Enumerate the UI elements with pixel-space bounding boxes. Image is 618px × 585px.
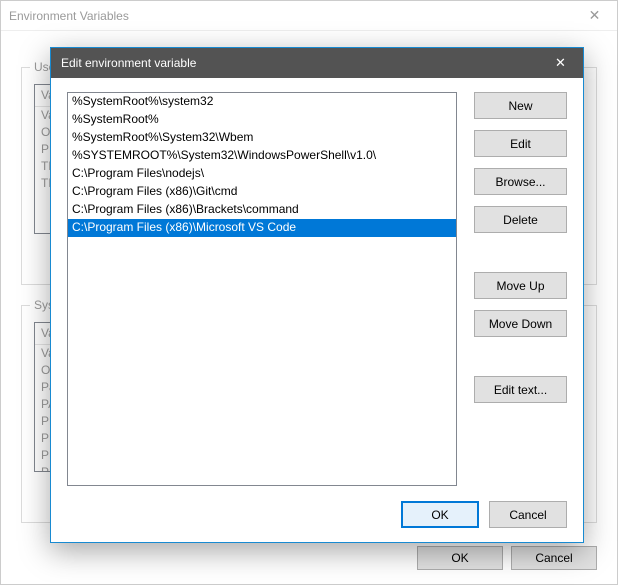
path-item[interactable]: %SystemRoot% xyxy=(68,111,456,129)
new-button[interactable]: New xyxy=(474,92,567,119)
ok-button[interactable]: OK xyxy=(401,501,479,528)
spacer xyxy=(474,348,567,376)
move-down-button[interactable]: Move Down xyxy=(474,310,567,337)
env-vars-dialog-buttons: OK Cancel xyxy=(417,546,597,570)
edit-env-var-actions: OK Cancel xyxy=(401,501,567,528)
edit-env-var-body: %SystemRoot%\system32%SystemRoot%%System… xyxy=(51,78,583,542)
close-icon[interactable]: ✕ xyxy=(538,48,583,78)
edit-text-button[interactable]: Edit text... xyxy=(474,376,567,403)
path-listbox[interactable]: %SystemRoot%\system32%SystemRoot%%System… xyxy=(67,92,457,486)
path-item[interactable]: C:\Program Files (x86)\Brackets\command xyxy=(68,201,456,219)
delete-button[interactable]: Delete xyxy=(474,206,567,233)
cancel-button[interactable]: Cancel xyxy=(489,501,567,528)
env-vars-titlebar: Environment Variables ✕ xyxy=(1,1,617,31)
ok-button[interactable]: OK xyxy=(417,546,503,570)
edit-env-var-title: Edit environment variable xyxy=(61,56,538,70)
side-buttons: New Edit Browse... Delete Move Up Move D… xyxy=(474,92,567,414)
move-up-button[interactable]: Move Up xyxy=(474,272,567,299)
path-item[interactable]: C:\Program Files\nodejs\ xyxy=(68,165,456,183)
path-item[interactable]: %SystemRoot%\system32 xyxy=(68,93,456,111)
env-vars-title: Environment Variables xyxy=(9,9,572,23)
edit-button[interactable]: Edit xyxy=(474,130,567,157)
browse-button[interactable]: Browse... xyxy=(474,168,567,195)
path-item[interactable]: C:\Program Files (x86)\Git\cmd xyxy=(68,183,456,201)
path-item[interactable]: %SYSTEMROOT%\System32\WindowsPowerShell\… xyxy=(68,147,456,165)
close-icon[interactable]: ✕ xyxy=(572,1,617,31)
cancel-button[interactable]: Cancel xyxy=(511,546,597,570)
edit-env-var-titlebar: Edit environment variable ✕ xyxy=(51,48,583,78)
edit-env-var-dialog: Edit environment variable ✕ %SystemRoot%… xyxy=(50,47,584,543)
spacer xyxy=(474,244,567,272)
path-item[interactable]: C:\Program Files (x86)\Microsoft VS Code xyxy=(68,219,456,237)
path-item[interactable]: %SystemRoot%\System32\Wbem xyxy=(68,129,456,147)
